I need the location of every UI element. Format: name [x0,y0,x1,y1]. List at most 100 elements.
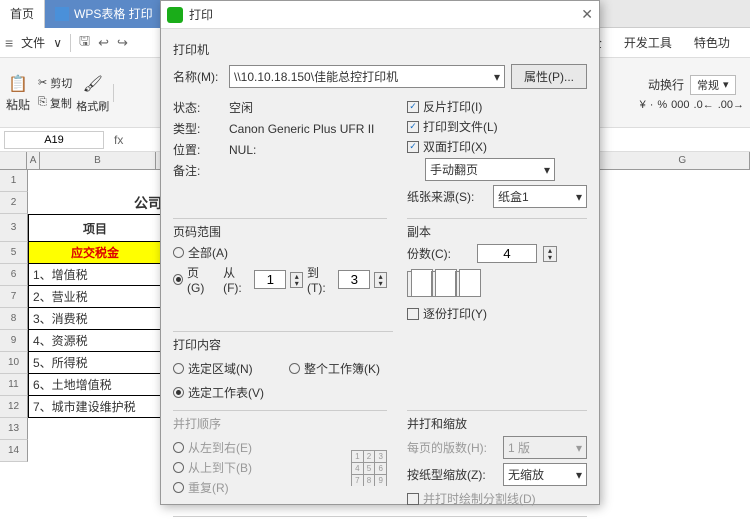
workbook-radio[interactable] [289,363,300,374]
reverse-label: 反片打印(I) [423,98,482,115]
duplex-label: 双面打印(X) [423,138,487,155]
printer-select[interactable]: \\10.10.18.150\佳能总控打印机▾ [229,65,505,88]
scale-label: 按纸型缩放(Z): [407,466,497,483]
tofile-checkbox[interactable]: ✓ [407,121,419,133]
left-column: 公司 项目 应交税金 1、增值税 2、营业税 3、消费税 4、资源税 5、所得税… [28,170,162,462]
back-icon[interactable]: ↩ [98,35,109,51]
tab-home[interactable]: 首页 [0,0,45,28]
order-header: 并打顺序 [173,415,387,432]
file-menu[interactable]: 文件 [21,34,45,51]
paste-icon: 📋 [6,72,30,96]
cell-reference-input[interactable] [4,131,104,149]
repeat-label: 重复(R) [188,479,229,496]
worksheet-radio[interactable] [173,387,184,398]
to-spinner[interactable]: ▴▾ [374,272,387,288]
to-label: 到(T): [307,264,334,295]
col-header-g[interactable]: G [616,152,750,169]
status-label: 状态: [173,99,223,116]
reverse-checkbox[interactable]: ✓ [407,101,419,113]
type-value: Canon Generic Plus UFR II [229,122,374,136]
repeat-radio [173,482,184,493]
pages-label: 页(G) [187,264,213,295]
table-row[interactable]: 2、营业税 [28,286,162,308]
printer-section-header: 打印机 [173,41,587,58]
from-label: 从(F): [223,264,250,295]
content-header: 打印内容 [173,336,393,353]
copies-label: 份数(C): [407,245,451,262]
decimal-dec-button[interactable]: .00→ [718,99,744,111]
copies-spinner[interactable]: ▴▾ [543,246,557,262]
scale-select[interactable]: 无缩放▾ [503,463,587,486]
dialog-app-icon [167,7,183,23]
from-input[interactable] [254,270,286,289]
collate-label: 逐份打印(Y) [423,305,487,322]
status-value: 空闲 [229,99,253,116]
ttb-radio [173,462,184,473]
location-value: NUL: [229,143,256,157]
perpage-label: 每页的版数(H): [407,439,497,456]
table-row[interactable]: 3、消费税 [28,308,162,330]
col-header-b[interactable]: B [40,152,155,169]
cut-button[interactable]: ✂ 剪切 [38,75,72,91]
location-label: 位置: [173,141,223,158]
ltr-label: 从左到右(E) [188,439,252,456]
scale-header: 并打和缩放 [407,415,587,432]
order-preview-icon: 123456789 [351,450,387,486]
type-label: 类型: [173,120,223,137]
copies-input[interactable] [477,244,537,263]
close-icon[interactable]: ✕ [581,6,593,23]
sheet-title[interactable]: 公司 [28,192,162,214]
row-headers: 12 3 567 8910 111213 14 [0,170,28,462]
perpage-select: 1 版▾ [503,436,587,459]
range-header: 页码范围 [173,223,387,240]
workbook-label: 整个工作簿(K) [304,360,380,377]
copy-button[interactable]: ⎘ 复制 [38,95,72,111]
drawlines-label: 并打时绘制分割线(D) [423,490,536,507]
ttb-label: 从上到下(B) [188,459,252,476]
table-row[interactable]: 5、所得税 [28,352,162,374]
duplex-checkbox[interactable]: ✓ [407,141,419,153]
comma-button[interactable]: 000 [671,99,689,111]
collate-checkbox[interactable] [407,308,419,320]
format-painter-button[interactable]: 🖌 格式刷 [76,72,109,114]
tofile-label: 打印到文件(L) [423,118,498,135]
percent-button[interactable]: % [657,99,667,111]
table-row[interactable]: 4、资源税 [28,330,162,352]
table-row[interactable]: 6、土地增值税 [28,374,162,396]
name-label: 名称(M): [173,68,223,85]
pages-radio[interactable] [173,274,183,285]
comment-label: 备注: [173,162,223,179]
collate-preview-icon [407,271,587,297]
ribbon-tab-dev[interactable]: 开发工具 [624,34,672,51]
table-row[interactable]: 7、城市建设维护税 [28,396,162,418]
wps-app-icon [55,7,69,21]
currency-button[interactable]: ¥ [640,99,646,111]
from-spinner[interactable]: ▴▾ [290,272,303,288]
to-input[interactable] [338,270,370,289]
copies-header: 副本 [407,223,587,240]
selection-label: 选定区域(N) [188,360,253,377]
forward-icon[interactable]: ↪ [117,35,128,51]
save-icon[interactable]: 🖫 [79,32,90,54]
header-cell[interactable]: 项目 [28,214,162,242]
selection-radio[interactable] [173,363,184,374]
col-header-a[interactable]: A [27,152,40,169]
print-dialog: 打印 ✕ 打印机 名称(M): \\10.10.18.150\佳能总控打印机▾ … [160,0,600,505]
hamburger-icon[interactable]: ≡ [5,35,13,51]
ribbon-tab-special[interactable]: 特色功 [694,34,730,51]
yellow-cell[interactable]: 应交税金 [28,242,162,264]
drawlines-checkbox [407,493,419,505]
ltr-radio [173,442,184,453]
paste-button[interactable]: 📋 粘贴 [6,72,30,113]
dialog-title: 打印 [189,6,213,23]
tab-wps[interactable]: WPS表格 打印 [45,0,163,28]
properties-button[interactable]: 属性(P)... [511,64,587,89]
all-radio[interactable] [173,247,184,258]
wrap-text-button[interactable]: 动换行 [648,76,684,93]
number-format-select[interactable]: 常规▾ [690,75,736,95]
decimal-inc-button[interactable]: .0← [694,99,714,111]
fx-icon[interactable]: fx [108,133,129,147]
table-row[interactable]: 1、增值税 [28,264,162,286]
paper-source-select[interactable]: 纸盒1▾ [493,185,587,208]
manual-flip-select[interactable]: 手动翻页▾ [425,158,555,181]
